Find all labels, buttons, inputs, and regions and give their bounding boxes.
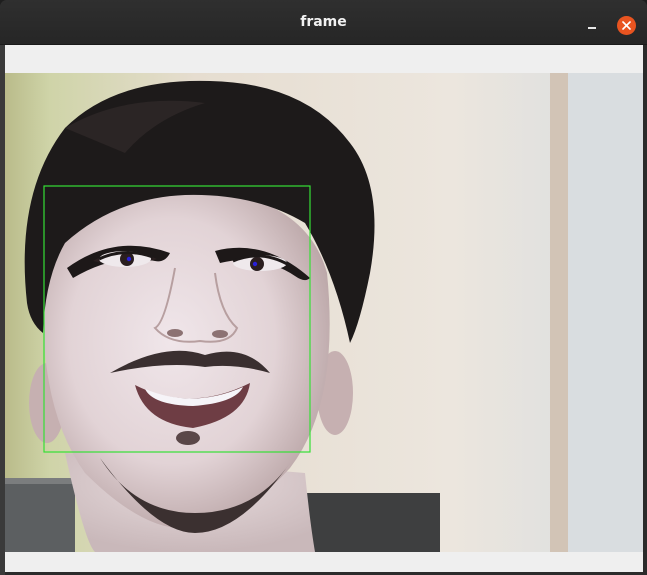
close-icon [622, 21, 631, 30]
minimize-icon [588, 27, 596, 29]
top-margin [5, 45, 643, 73]
window-right-edge [643, 45, 647, 575]
bottom-margin [5, 552, 643, 572]
title-bar[interactable]: frame [0, 0, 647, 45]
window-title: frame [300, 14, 347, 30]
close-button[interactable] [617, 16, 636, 35]
minimize-button[interactable] [580, 16, 604, 36]
app-window: frame [0, 0, 647, 575]
camera-frame-image [5, 73, 643, 552]
camera-frame [5, 73, 643, 552]
window-client-area [5, 45, 643, 572]
